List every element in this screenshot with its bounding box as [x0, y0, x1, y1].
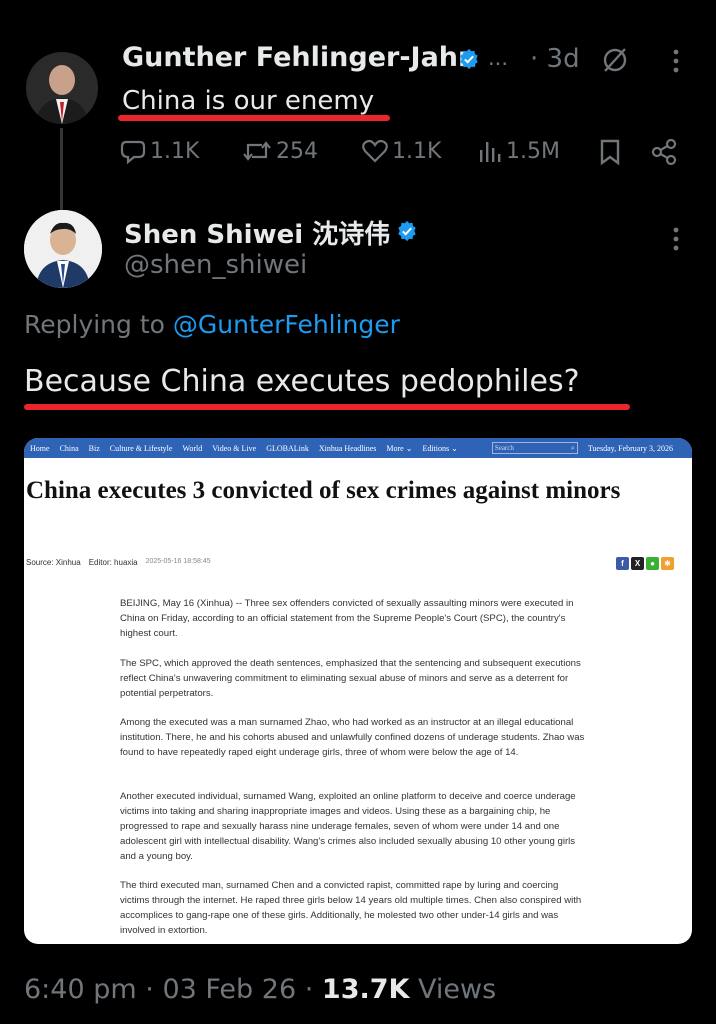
replying-handle-link[interactable]: @GunterFehlinger	[173, 310, 400, 339]
separator: ·	[145, 974, 154, 1005]
post-date[interactable]: 03 Feb 26	[162, 974, 296, 1005]
article-headline: China executes 3 convicted of sex crimes…	[26, 477, 621, 504]
article-search-box: Search ⌕	[491, 442, 578, 454]
bar-chart-icon	[478, 138, 502, 164]
nav-item: Xinhua Headlines	[318, 443, 377, 453]
views-button[interactable]: 1.5M	[478, 138, 560, 164]
more-options-icon[interactable]	[672, 48, 680, 74]
avatar[interactable]	[26, 52, 98, 124]
article-paragraph: Another executed individual, surnamed Wa…	[120, 791, 576, 862]
heart-icon	[362, 138, 388, 164]
article-screenshot[interactable]: Home China Biz Culture & Lifestyle World…	[24, 438, 692, 944]
author-name[interactable]: Shen Shiwei 沈诗伟	[124, 214, 390, 251]
tweet-timestamp-line: 6:40 pm · 03 Feb 26 · 13.7K Views	[24, 974, 496, 1005]
nav-item: Home	[30, 443, 50, 453]
replying-prefix: Replying to	[24, 310, 165, 339]
nav-item: GLOBALink	[266, 443, 309, 453]
author-ellipsis: ...	[488, 44, 509, 71]
facebook-icon: f	[616, 557, 629, 570]
nav-item: More ⌄	[386, 443, 413, 453]
reply-button[interactable]: 1.1K	[120, 138, 199, 164]
article-paragraph: Among the executed was a man surnamed Zh…	[120, 717, 585, 758]
total-views-count: 13.7K	[321, 974, 410, 1005]
more-options-icon[interactable]	[672, 226, 680, 252]
repost-button[interactable]: 254	[242, 138, 318, 164]
article-source: Source: Xinhua	[26, 558, 81, 567]
red-underline	[24, 404, 630, 410]
repost-icon	[242, 138, 272, 164]
separator: ·	[304, 974, 314, 1005]
article-share-buttons: f X ● ✱	[616, 557, 674, 570]
nav-item: Video & Live	[212, 443, 257, 453]
tweet-text: Because China executes pedophiles?	[24, 364, 580, 399]
wechat-icon: ●	[646, 557, 659, 570]
thread-line	[60, 128, 63, 210]
views-count: 1.5M	[506, 138, 560, 164]
author-handle[interactable]: @shen_shiwei	[124, 250, 307, 280]
share-icon[interactable]	[650, 138, 678, 166]
tweet-text: China is our enemy	[122, 86, 375, 116]
like-button[interactable]: 1.1K	[362, 138, 441, 164]
article-meta: Source: Xinhua Editor: huaxia 2025-05-16…	[26, 558, 211, 567]
grok-icon[interactable]	[601, 46, 629, 74]
search-icon: ⌕	[570, 443, 575, 452]
avatar[interactable]	[24, 210, 102, 288]
article-paragraph: The third executed man, surnamed Chen an…	[120, 880, 582, 936]
article-nav: Home China Biz Culture & Lifestyle World…	[24, 438, 692, 458]
post-time[interactable]: 6:40 pm	[24, 974, 137, 1005]
replying-to: Replying to @GunterFehlinger	[24, 310, 400, 339]
bookmark-icon[interactable]	[598, 138, 622, 166]
like-count: 1.1K	[392, 138, 442, 164]
article-paragraph: The SPC, which approved the death senten…	[120, 658, 581, 699]
author-name[interactable]: Gunther Fehlinger-Jahn	[122, 42, 477, 73]
nav-item: Culture & Lifestyle	[109, 443, 173, 453]
verified-badge-icon	[458, 48, 480, 70]
nav-item: Editions ⌄	[422, 443, 458, 453]
x-logo-icon: X	[631, 557, 644, 570]
article-paragraph: BEIJING, May 16 (Xinhua) -- Three sex of…	[120, 598, 574, 639]
reply-icon	[120, 138, 146, 164]
nav-item: Biz	[88, 443, 100, 453]
reply-count: 1.1K	[150, 138, 200, 164]
weibo-icon: ✱	[661, 557, 674, 570]
views-label: Views	[418, 974, 497, 1005]
article-editor: Editor: huaxia	[88, 558, 138, 567]
tweet-time[interactable]: · 3d	[530, 44, 580, 74]
article-search-placeholder: Search	[494, 444, 514, 452]
article-date: Tuesday, February 3, 2026	[587, 443, 673, 453]
nav-item: World	[182, 443, 203, 453]
verified-badge-icon	[396, 220, 418, 242]
repost-count: 254	[276, 138, 318, 164]
red-underline	[118, 115, 390, 121]
article-timestamp: 2025-05-16 18:58:45	[145, 558, 211, 565]
nav-item: China	[59, 443, 79, 453]
